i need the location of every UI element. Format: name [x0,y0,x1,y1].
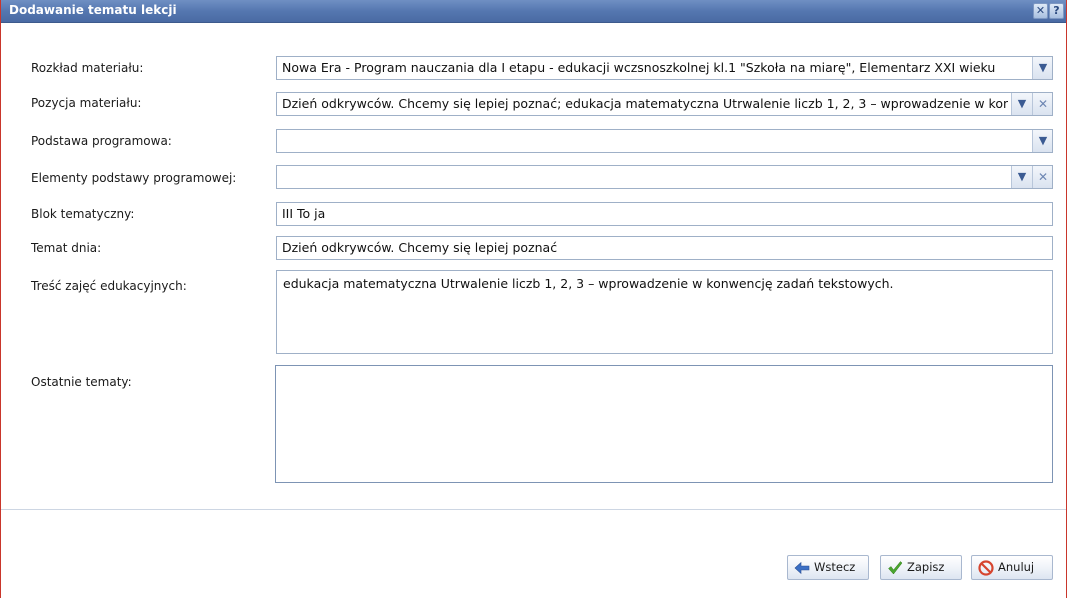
blok-value: III To ja [282,206,326,221]
pozycja-combo[interactable]: Dzień odkrywców. Chcemy się lepiej pozna… [276,92,1053,116]
close-icon[interactable]: ✕ [1033,3,1048,19]
clear-icon[interactable]: ✕ [1032,166,1052,188]
elementy-combo[interactable]: ▼ ✕ [276,165,1053,189]
dialog-title: Dodawanie tematu lekcji [9,3,177,17]
clear-icon[interactable]: ✕ [1032,93,1052,115]
blok-label: Blok tematyczny: [31,207,135,221]
ostatnie-label: Ostatnie tematy: [31,375,132,389]
temat-dnia-input[interactable]: Dzień odkrywców. Chcemy się lepiej pozna… [276,236,1053,260]
blok-input[interactable]: III To ja [276,202,1053,226]
dialog-window: Dodawanie tematu lekcji ✕ ? Rozkład mate… [0,0,1067,598]
rozklad-value: Nowa Era - Program nauczania dla I etapu… [282,60,996,75]
tresc-textarea[interactable]: edukacja matematyczna Utrwalenie liczb 1… [276,270,1053,354]
cancel-icon [978,560,994,576]
checkmark-icon [888,561,903,575]
cancel-button[interactable]: Anuluj [971,555,1053,580]
temat-dnia-label: Temat dnia: [31,241,102,255]
podstawa-label: Podstawa programowa: [31,134,172,148]
title-bar[interactable]: Dodawanie tematu lekcji ✕ ? [1,0,1066,23]
cancel-button-label: Anuluj [998,560,1035,574]
tresc-label: Treść zajęć edukacyjnych: [31,279,187,293]
chevron-down-icon[interactable]: ▼ [1011,166,1032,188]
ostatnie-tematy-list[interactable] [275,365,1053,483]
back-button[interactable]: Wstecz [787,555,869,580]
chevron-down-icon[interactable]: ▼ [1032,57,1052,79]
arrow-left-icon [794,561,810,575]
tresc-value: edukacja matematyczna Utrwalenie liczb 1… [283,276,894,291]
elementy-label: Elementy podstawy programowej: [31,171,237,185]
save-button-label: Zapisz [907,560,945,574]
back-button-label: Wstecz [814,560,856,574]
form-area: Rozkład materiału: Nowa Era - Program na… [1,23,1066,509]
save-button[interactable]: Zapisz [880,555,962,580]
dialog-footer: Wstecz Zapisz Anuluj [1,509,1066,598]
pozycja-value: Dzień odkrywców. Chcemy się lepiej pozna… [282,96,1008,111]
pozycja-label: Pozycja materiału: [31,96,142,110]
chevron-down-icon[interactable]: ▼ [1011,93,1032,115]
rozklad-combo[interactable]: Nowa Era - Program nauczania dla I etapu… [276,56,1053,80]
rozklad-label: Rozkład materiału: [31,61,144,75]
podstawa-combo[interactable]: ▼ [276,129,1053,153]
chevron-down-icon[interactable]: ▼ [1032,130,1052,152]
temat-dnia-value: Dzień odkrywców. Chcemy się lepiej pozna… [282,240,558,255]
help-icon[interactable]: ? [1049,3,1064,19]
